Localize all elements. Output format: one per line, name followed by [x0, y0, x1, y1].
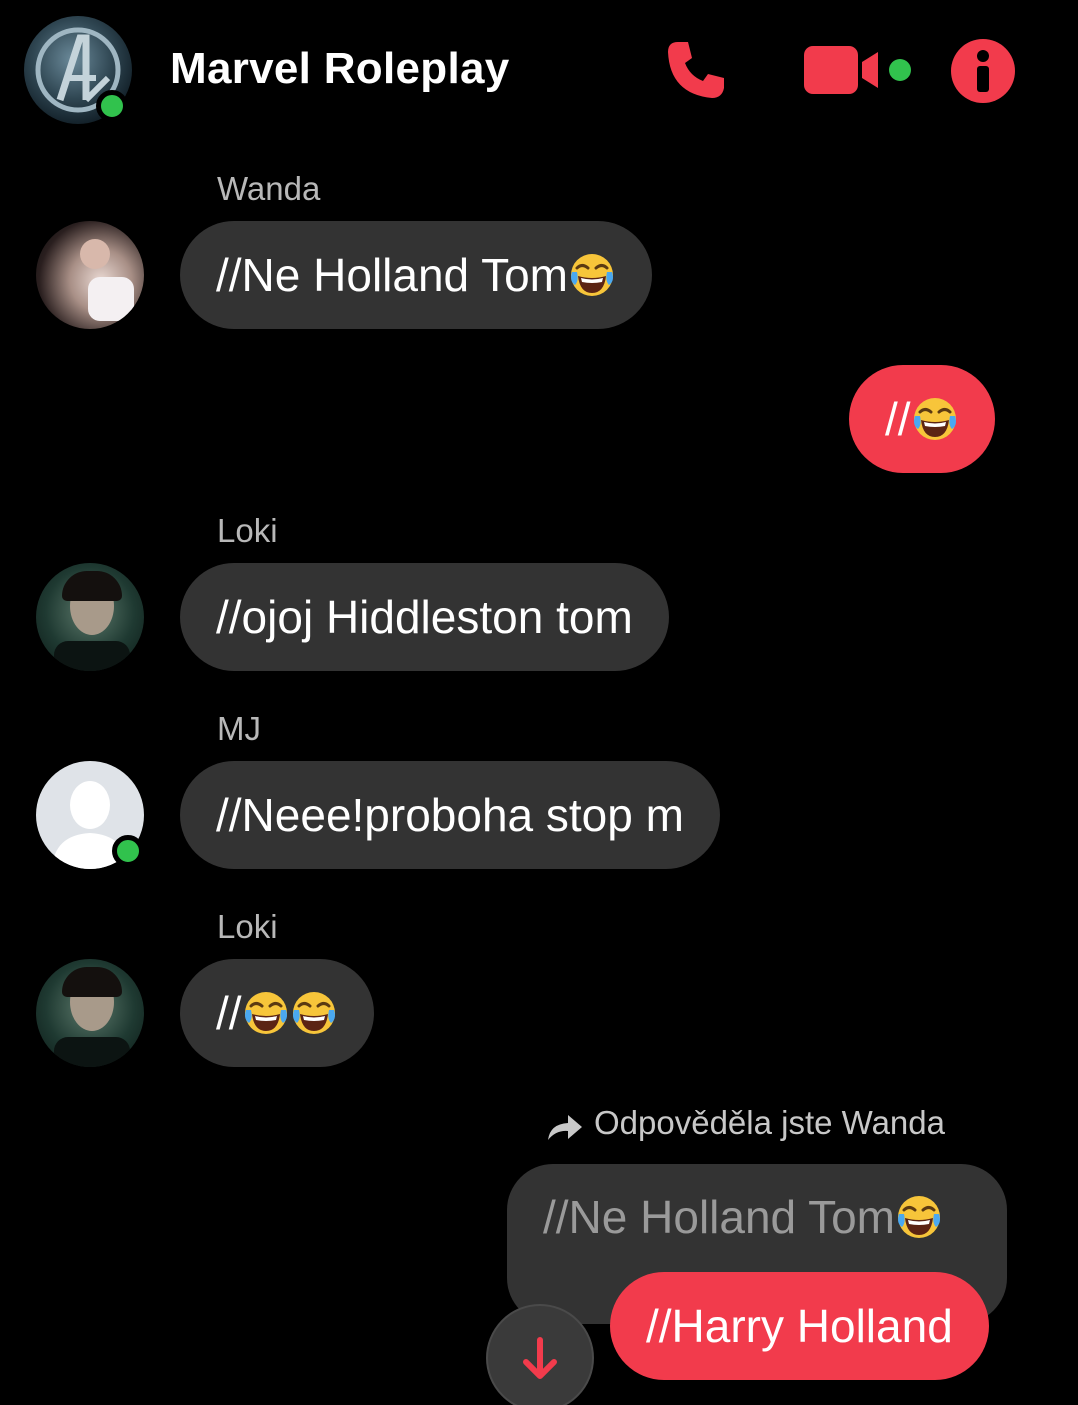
reply-arrow-icon	[548, 1115, 582, 1140]
message-bubble[interactable]: //	[180, 959, 374, 1067]
group-online-indicator	[96, 90, 128, 122]
arrow-down-icon	[523, 1337, 557, 1379]
sender-name: MJ	[217, 710, 261, 747]
sender-name: Wanda	[217, 170, 321, 207]
sender-name: Loki	[217, 512, 278, 549]
message-text: //	[885, 393, 911, 445]
outgoing-reply-bubble[interactable]: //Harry Holland	[610, 1272, 989, 1380]
scroll-to-bottom-button[interactable]	[486, 1304, 594, 1405]
avatar-loki[interactable]	[36, 959, 144, 1067]
message-text: //Neee!proboha stop m	[216, 789, 684, 841]
message-bubble[interactable]: //Neee!proboha stop m	[180, 761, 720, 869]
avatar-wanda[interactable]	[36, 221, 144, 329]
outgoing-message-bubble[interactable]: //	[849, 365, 995, 473]
chat-title[interactable]: Marvel Roleplay	[170, 44, 510, 94]
phone-icon[interactable]	[664, 38, 728, 102]
info-icon[interactable]	[950, 38, 1016, 104]
message-text: //	[216, 987, 242, 1039]
video-camera-icon[interactable]	[804, 44, 914, 96]
sender-name: Loki	[217, 908, 278, 945]
group-avatar[interactable]	[24, 16, 132, 124]
chat-header: Marvel Roleplay	[0, 0, 1078, 140]
message-text: //Ne Holland Tom	[216, 249, 568, 301]
message-text: //ojoj Hiddleston tom	[216, 591, 633, 643]
message-bubble[interactable]: //Ne Holland Tom	[180, 221, 652, 329]
laughing-emoji-icon	[568, 251, 616, 299]
laughing-emoji-icon	[242, 989, 290, 1037]
avatar-mj[interactable]	[36, 761, 144, 869]
message-text: //Harry Holland	[646, 1300, 953, 1352]
message-bubble[interactable]: //ojoj Hiddleston tom	[180, 563, 669, 671]
avatar-loki[interactable]	[36, 563, 144, 671]
online-indicator	[112, 835, 144, 867]
laughing-emoji-icon	[911, 395, 959, 443]
reply-label: Odpověděla jste Wanda	[546, 1104, 945, 1142]
reply-label-text: Odpověděla jste Wanda	[594, 1104, 945, 1141]
laughing-emoji-icon	[895, 1193, 943, 1241]
quoted-text: //Ne Holland Tom	[543, 1191, 895, 1243]
laughing-emoji-icon	[290, 989, 338, 1037]
